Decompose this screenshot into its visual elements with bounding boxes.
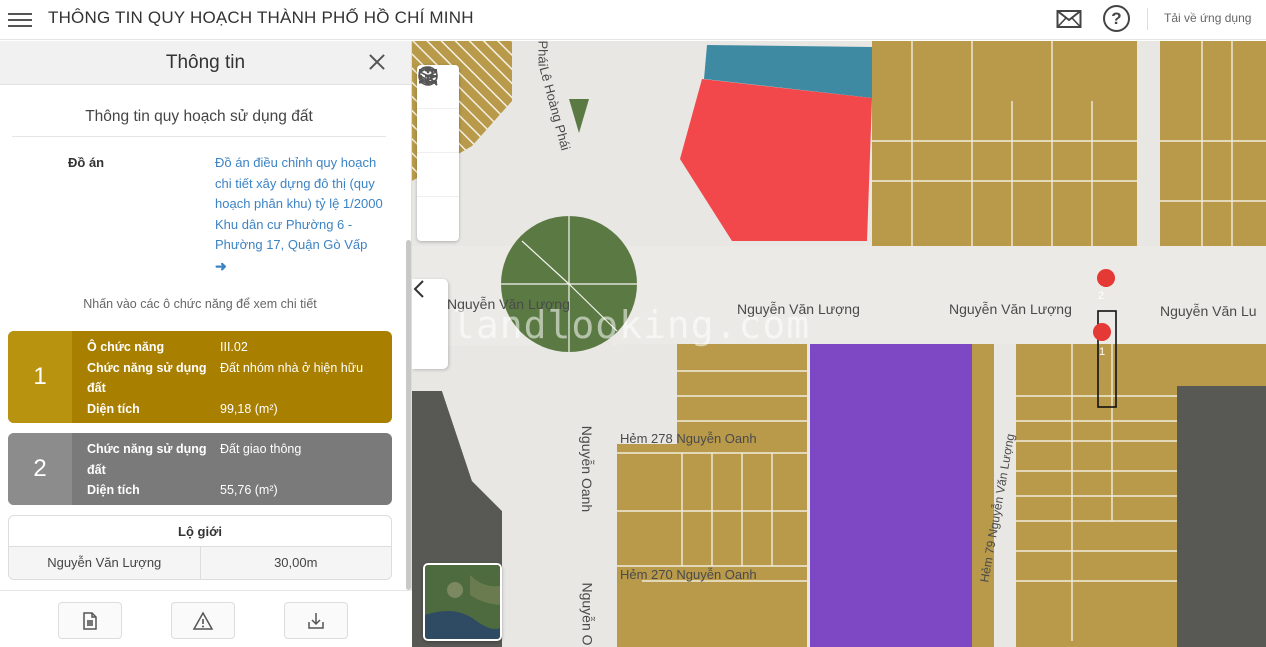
row-value: 55,76 (m²) xyxy=(220,483,278,498)
download-app-link[interactable]: Tải về ứng dụng xyxy=(1164,11,1251,25)
arrow-right-icon[interactable]: ➜ xyxy=(215,258,227,274)
chevron-left-icon xyxy=(413,280,424,298)
card-body: Ô chức năng III.02 Chức năng sử dụng đất Đ… xyxy=(72,331,392,423)
row-key: Diện tích xyxy=(87,402,140,417)
street-label: Phái xyxy=(535,41,551,67)
road-width-header: Lộ giới xyxy=(9,516,391,547)
doan-link[interactable]: Đồ án điều chỉnh quy hoạch chi tiết xây … xyxy=(215,153,385,278)
residential-block-upper-right[interactable] xyxy=(1160,41,1266,246)
map-view[interactable]: 2 1 Nguyễn Văn Lượng Nguyễn Văn Lượng Ng… xyxy=(412,41,1266,647)
layers-tool[interactable] xyxy=(417,67,459,153)
info-icon xyxy=(418,66,438,86)
land-use-card-1[interactable]: 1 Ô chức năng III.02 Chức năng sử dụng đấ… xyxy=(8,331,392,423)
street-label: Nguyễn Oanh xyxy=(579,425,596,513)
card-number: 2 xyxy=(8,433,72,505)
row-key: Ô chức năng xyxy=(87,340,165,354)
satellite-minimap[interactable] xyxy=(423,563,502,641)
panel-content: Thông tin quy hoạch sử dụng đất Đồ án Đồ… xyxy=(0,85,412,590)
road-width-table: Lộ giới Nguyễn Văn Lượng 30,00m xyxy=(8,515,392,580)
collapse-panel-button[interactable] xyxy=(412,279,448,369)
row-key: Chức năng sử dụng đất xyxy=(87,360,207,396)
help-icon[interactable]: ? xyxy=(1103,5,1130,32)
road-width-row: Nguyễn Văn Lượng 30,00m xyxy=(9,547,391,579)
row-value: III.02 xyxy=(220,340,248,354)
warning-icon xyxy=(192,610,214,630)
card-body: Chức năng sử dụng đất Đất giao thông Diện… xyxy=(72,433,392,505)
watermark: landlooking.com xyxy=(452,303,811,347)
download-icon xyxy=(308,612,324,629)
purple-parcel[interactable] xyxy=(810,344,972,647)
section-title: Thông tin quy hoạch sử dụng đất xyxy=(12,108,386,137)
header-divider xyxy=(1147,8,1148,30)
close-icon[interactable] xyxy=(366,51,388,73)
street-label: Nguyễn O xyxy=(579,582,596,646)
row-value: 99,18 (m²) xyxy=(220,402,278,417)
card-number: 1 xyxy=(8,331,72,423)
download-button[interactable] xyxy=(284,602,348,639)
land-use-card-2[interactable]: 2 Chức năng sử dụng đất Đất giao thông Di… xyxy=(8,433,392,505)
row-value: Đất giao thông xyxy=(220,442,302,456)
street-label: Hẻm 270 Nguyễn Oanh xyxy=(620,567,757,582)
card-row: Diện tích 55,76 (m²) xyxy=(87,480,392,501)
document-button[interactable] xyxy=(58,602,122,639)
info-tool[interactable] xyxy=(417,66,459,241)
street-label: Nguyễn Văn Lượng xyxy=(949,301,1072,317)
street-label: Hẻm 278 Nguyễn Oanh xyxy=(620,431,757,446)
document-icon xyxy=(83,611,97,630)
doan-label: Đồ án xyxy=(68,155,105,170)
road-name: Nguyễn Văn Lượng xyxy=(9,547,201,579)
menu-icon[interactable] xyxy=(8,9,32,29)
map-toolbar xyxy=(417,65,459,241)
doan-link-text[interactable]: Đồ án điều chỉnh quy hoạch chi tiết xây … xyxy=(215,155,383,252)
dark-block-right[interactable] xyxy=(1177,386,1266,647)
marker-2-label: 2 xyxy=(1098,290,1105,302)
card-row: Chức năng sử dụng đất Đất nhóm nhà ở hiện… xyxy=(87,358,392,399)
card-row: Chức năng sử dụng đất Đất giao thông xyxy=(87,439,392,480)
card-row: Ô chức năng III.02 xyxy=(87,337,392,358)
street-label: Nguyễn Văn Lu xyxy=(1160,303,1257,319)
marker-1-label: 1 xyxy=(1099,346,1106,358)
top-bar: THÔNG TIN QUY HOẠCH THÀNH PHỐ HỒ CHÍ MIN… xyxy=(0,0,1266,40)
card-row: Diện tích 99,18 (m²) xyxy=(87,399,392,420)
report-button[interactable] xyxy=(171,602,235,639)
scrollbar-thumb[interactable] xyxy=(406,240,411,590)
road-width-value: 30,00m xyxy=(274,555,318,570)
row-key: Diện tích xyxy=(87,483,140,498)
hint-text: Nhấn vào các ô chức năng để xem chi tiết xyxy=(83,297,317,311)
app-title: THÔNG TIN QUY HOẠCH THÀNH PHỐ HỒ CHÍ MIN… xyxy=(48,8,474,27)
panel-header: Thông tin xyxy=(0,41,411,85)
mail-icon[interactable] xyxy=(1056,8,1082,30)
satellite-thumbnail xyxy=(425,565,500,639)
list-tool[interactable] xyxy=(417,69,459,197)
info-panel: Thông tin Thông tin quy hoạch sử dụng đấ… xyxy=(0,41,412,647)
panel-footer xyxy=(0,590,412,647)
panel-scrollbar[interactable] xyxy=(406,85,411,590)
row-key: Chức năng sử dụng đất xyxy=(87,442,207,477)
panel-title: Thông tin xyxy=(165,52,246,73)
row-value: Đất nhóm nhà ở hiện hữu xyxy=(220,360,364,375)
